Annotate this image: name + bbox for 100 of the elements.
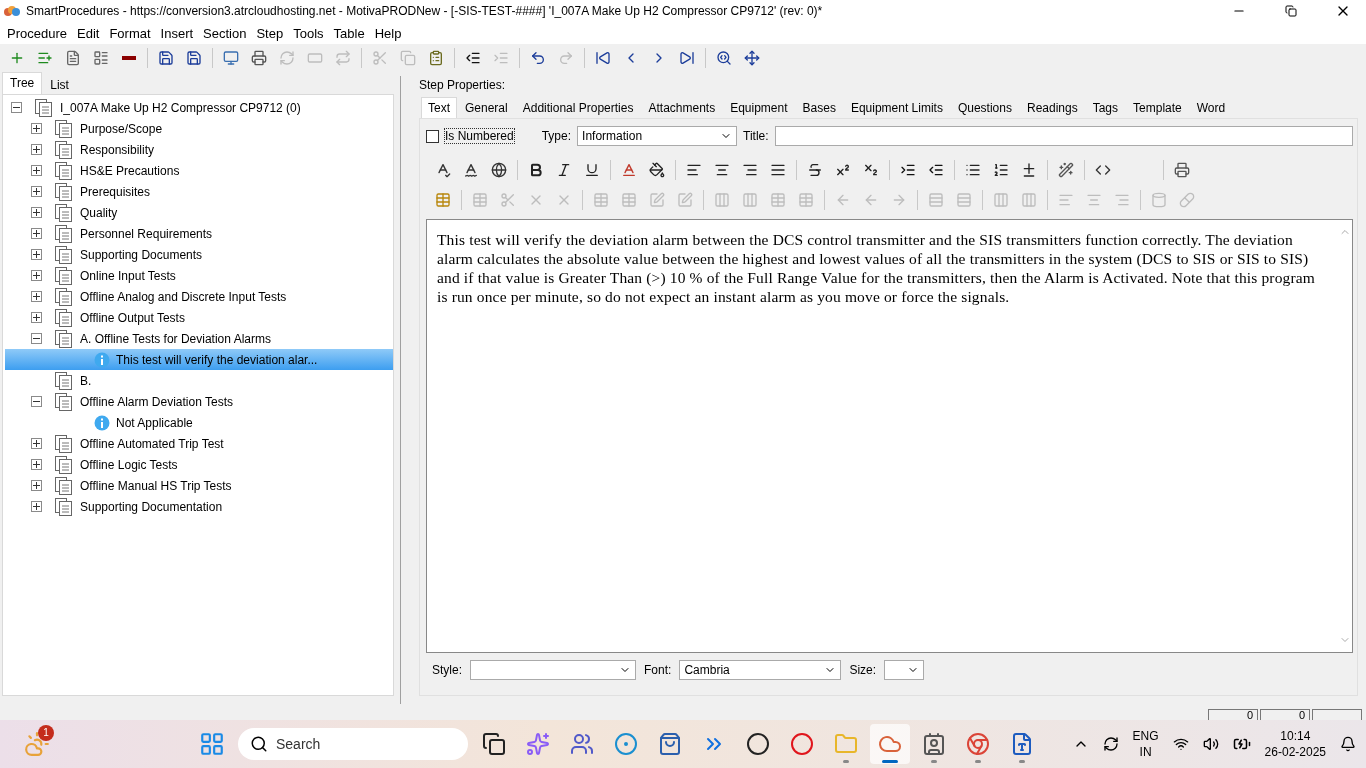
tree-item[interactable]: Quality xyxy=(77,203,121,222)
superscript-icon xyxy=(835,162,851,178)
table-icon xyxy=(798,192,814,208)
save-all-icon xyxy=(158,50,174,66)
tree-item[interactable]: Offline Automated Trip Test xyxy=(77,434,227,453)
rows-icon xyxy=(956,192,972,208)
table-icon xyxy=(472,192,488,208)
globe-icon xyxy=(491,162,507,178)
expander-icon[interactable] xyxy=(31,459,42,470)
tab[interactable]: Text xyxy=(421,97,457,118)
tree-item[interactable]: I_007A Make Up H2 Compressor CP9712 (0) xyxy=(57,98,304,117)
expander-icon[interactable] xyxy=(31,396,42,407)
tree-item[interactable]: B. xyxy=(77,371,95,390)
checkbox[interactable] xyxy=(426,129,439,143)
document-icon xyxy=(65,50,81,66)
expander-icon[interactable] xyxy=(31,480,42,491)
fill-icon xyxy=(649,162,665,178)
strike-icon xyxy=(807,162,823,178)
tree-item[interactable]: Personnel Requirements xyxy=(77,224,216,243)
app-logo-icon xyxy=(4,5,20,17)
window-title: SmartProcedures - https://conversion3.atrcloudhosting.net - MotivaPRODNew - [-SIS-TEST-####] 'I_007A Make Up H2 Compressor CP9712' (rev: 0)* xyxy=(26,4,824,18)
menu-item[interactable]: Table xyxy=(328,25,370,41)
align-right-icon xyxy=(742,162,758,178)
tree-item[interactable]: Offline Alarm Deviation Tests xyxy=(77,392,236,411)
tree-item[interactable]: HS&E Precautions xyxy=(77,161,183,180)
expander-icon[interactable] xyxy=(31,123,42,134)
weather-button[interactable]: 1 xyxy=(22,729,52,759)
tree-item[interactable]: Supporting Documentation xyxy=(77,497,226,516)
move-icon xyxy=(744,50,760,66)
table-icon xyxy=(621,192,637,208)
wifi-icon[interactable] xyxy=(1172,736,1189,752)
expander-icon[interactable] xyxy=(31,438,42,449)
menu-item[interactable]: Procedure xyxy=(2,25,72,41)
sync-icon[interactable] xyxy=(1102,736,1119,752)
title-field[interactable] xyxy=(774,126,1353,146)
print-icon xyxy=(1174,162,1190,178)
menu-item[interactable]: Step xyxy=(251,25,289,41)
tree-item[interactable]: Purpose/Scope xyxy=(77,119,166,138)
align-right-icon xyxy=(1114,192,1130,208)
circle-icon xyxy=(746,732,770,756)
add-child-icon xyxy=(37,50,53,66)
document-icon xyxy=(54,223,74,244)
indent-icon xyxy=(900,162,916,178)
notification-icon[interactable] xyxy=(1340,736,1356,752)
windows-logo-icon xyxy=(199,731,225,757)
cut-icon xyxy=(500,192,516,208)
expander-icon[interactable] xyxy=(31,312,42,323)
tree-item[interactable]: A. Offline Tests for Deviation Alarms xyxy=(77,329,274,348)
tree-item[interactable]: Prerequisites xyxy=(77,182,154,201)
tree-item[interactable]: Not Applicable xyxy=(113,413,196,432)
ring-icon xyxy=(790,732,814,756)
document-icon xyxy=(54,496,74,517)
edit-icon xyxy=(649,192,665,208)
type-dropdown[interactable]: Information xyxy=(577,126,738,146)
speaker-icon[interactable] xyxy=(1202,736,1219,752)
menu-item[interactable]: Help xyxy=(369,25,407,41)
font-dropdown[interactable]: Cambria xyxy=(679,660,842,680)
tree-item[interactable]: Offline Output Tests xyxy=(77,308,188,327)
expander-icon[interactable] xyxy=(31,270,42,281)
expander-icon[interactable] xyxy=(31,501,42,512)
expander-icon[interactable] xyxy=(31,333,42,344)
expander-icon[interactable] xyxy=(31,249,42,260)
print-icon xyxy=(251,50,267,66)
menu-item[interactable]: Format xyxy=(104,25,156,41)
menu-item[interactable]: Insert xyxy=(155,25,199,41)
subscript-icon xyxy=(863,162,879,178)
tree-item[interactable]: This test will verify the deviation alar... xyxy=(113,350,321,369)
menu-item[interactable]: Section xyxy=(198,25,252,41)
document-icon xyxy=(54,328,74,349)
tree-item[interactable]: Online Input Tests xyxy=(77,266,179,285)
document-icon xyxy=(54,286,74,307)
code-icon xyxy=(1095,162,1111,178)
minus-icon xyxy=(122,56,136,60)
expander-icon[interactable] xyxy=(31,186,42,197)
shopping-bag-icon xyxy=(658,732,682,756)
first-icon xyxy=(595,50,611,66)
search-field[interactable]: Search xyxy=(238,728,468,760)
expander-icon[interactable] xyxy=(31,144,42,155)
document-icon xyxy=(54,454,74,475)
expander-icon[interactable] xyxy=(31,207,42,218)
restore-icon xyxy=(1285,5,1297,17)
document-icon xyxy=(54,370,74,391)
tab[interactable]: Tree xyxy=(2,72,43,94)
expander-icon[interactable] xyxy=(11,102,22,113)
tree-item[interactable]: Responsibility xyxy=(77,140,158,159)
field-label: Type: xyxy=(541,129,572,143)
redo-step-icon xyxy=(335,50,351,66)
expander-icon[interactable] xyxy=(31,228,42,239)
document-icon xyxy=(54,139,74,160)
tree-item[interactable]: Supporting Documents xyxy=(77,245,206,264)
expander-icon[interactable] xyxy=(31,165,42,176)
clock[interactable]: 10:14 26-02-2025 xyxy=(1264,728,1326,760)
tree-item[interactable]: Offline Analog and Discrete Input Tests xyxy=(77,287,290,306)
menu-item[interactable]: Tools xyxy=(288,25,329,41)
tree-item[interactable]: Offline Logic Tests xyxy=(77,455,181,474)
menu-item[interactable]: Edit xyxy=(72,25,105,41)
tree-item[interactable]: Offline Manual HS Trip Tests xyxy=(77,476,235,495)
language-indicator[interactable]: ENG IN xyxy=(1132,728,1159,760)
bold-icon xyxy=(528,162,544,178)
expander-icon[interactable] xyxy=(31,291,42,302)
